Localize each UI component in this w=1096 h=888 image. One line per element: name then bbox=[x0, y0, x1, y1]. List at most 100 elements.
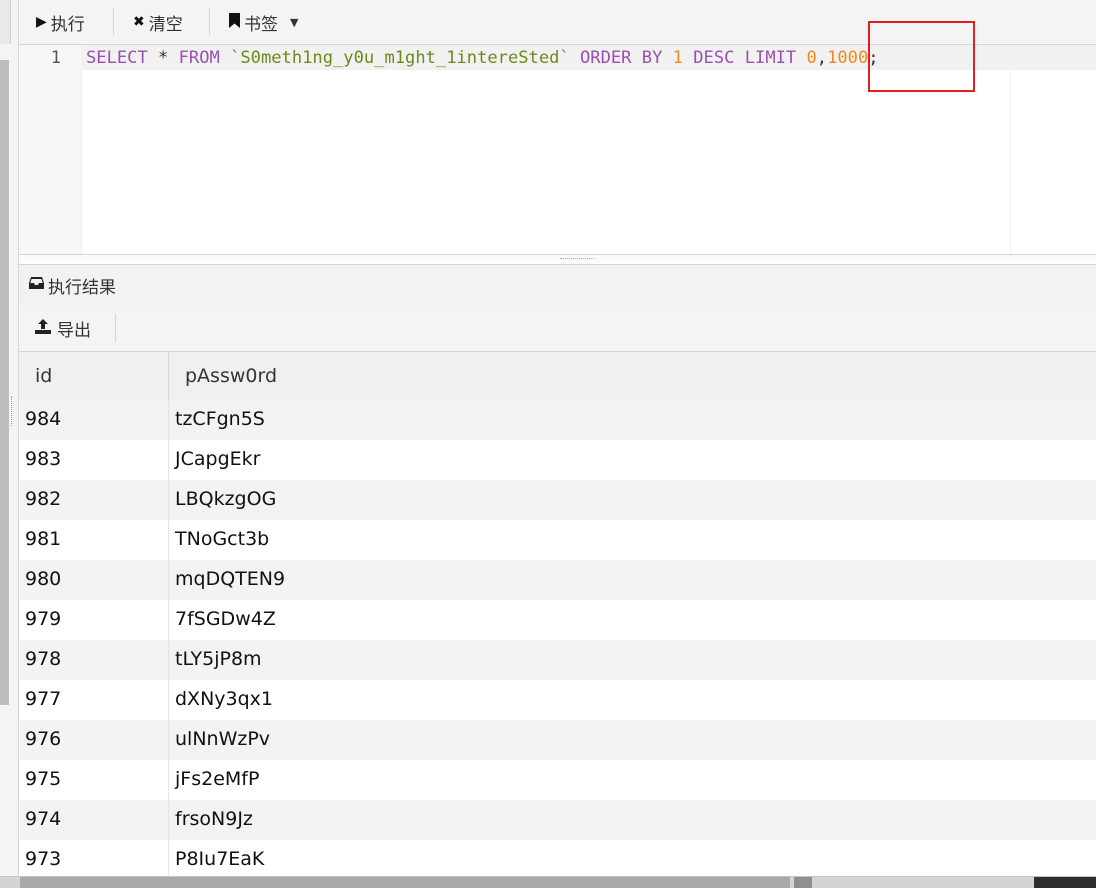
bookmark-label: 书签 bbox=[244, 14, 278, 35]
limit-highlight-annotation bbox=[868, 21, 975, 92]
column-divider bbox=[168, 560, 169, 600]
cell-password[interactable]: JCapgEkr bbox=[175, 448, 260, 470]
table-row[interactable]: 978 tLY5jP8m bbox=[19, 640, 1096, 680]
sql-number: 1 bbox=[672, 48, 683, 68]
cell-password[interactable]: ulNnWzPv bbox=[175, 728, 270, 750]
sql-operator: * bbox=[147, 48, 179, 68]
export-button-label: 导出 bbox=[57, 320, 91, 341]
close-icon: ✖ bbox=[133, 14, 145, 30]
cell-id[interactable]: 983 bbox=[25, 448, 61, 470]
play-icon: ▶ bbox=[36, 14, 47, 30]
sql-number: 1000 bbox=[827, 48, 869, 68]
resize-grip[interactable] bbox=[11, 396, 14, 426]
editor-margin-line bbox=[1010, 70, 1011, 254]
cell-password[interactable]: mqDQTEN9 bbox=[175, 568, 285, 590]
cell-password[interactable]: LBQkzgOG bbox=[175, 488, 276, 510]
grid-body: 984 tzCFgn5S 983 JCapgEkr 982 LBQkzgOG 981 TNoG… bbox=[19, 400, 1096, 877]
toolbar-divider bbox=[209, 8, 210, 36]
results-grid: id pAssw0rd 984 tzCFgn5S 983 JCapgEkr 982 LBQ… bbox=[19, 352, 1096, 877]
table-row[interactable]: 981 TNoGct3b bbox=[19, 520, 1096, 560]
run-button[interactable]: ▶ 执行 bbox=[36, 0, 85, 44]
cell-id[interactable]: 979 bbox=[25, 608, 61, 630]
sql-keyword: LIMIT bbox=[744, 48, 797, 68]
table-row[interactable]: 977 dXNy3qx1 bbox=[19, 680, 1096, 720]
table-row[interactable]: 974 frsoN9Jz bbox=[19, 800, 1096, 840]
column-divider bbox=[168, 720, 169, 760]
pane-splitter[interactable] bbox=[19, 255, 1096, 263]
cell-password[interactable]: tzCFgn5S bbox=[175, 408, 265, 430]
run-button-label: 执行 bbox=[50, 14, 85, 35]
column-divider bbox=[168, 640, 169, 680]
cell-password[interactable]: TNoGct3b bbox=[175, 528, 269, 550]
cell-id[interactable]: 973 bbox=[25, 848, 61, 870]
scrollbar-track-segment bbox=[20, 877, 790, 888]
table-row[interactable]: 980 mqDQTEN9 bbox=[19, 560, 1096, 600]
cell-id[interactable]: 980 bbox=[25, 568, 61, 590]
line-number: 1 bbox=[50, 48, 61, 68]
cell-id[interactable]: 984 bbox=[25, 408, 61, 430]
upload-icon bbox=[35, 318, 51, 338]
sql-number: 0 bbox=[806, 48, 817, 68]
cell-id[interactable]: 977 bbox=[25, 688, 61, 710]
sql-keyword: ORDER bbox=[580, 48, 632, 68]
column-divider bbox=[168, 800, 169, 840]
results-panel-header: 执行结果 bbox=[19, 264, 1096, 306]
cell-id[interactable]: 974 bbox=[25, 808, 61, 830]
table-row[interactable]: 973 P8Iu7EaK bbox=[19, 840, 1096, 877]
cell-id[interactable]: 981 bbox=[25, 528, 61, 550]
table-row[interactable]: 979 7fSGDw4Z bbox=[19, 600, 1096, 640]
cell-password[interactable]: 7fSGDw4Z bbox=[175, 608, 276, 630]
cell-id[interactable]: 976 bbox=[25, 728, 61, 750]
clear-button-label: 清空 bbox=[148, 14, 183, 35]
toolbar-divider bbox=[115, 314, 116, 342]
sql-query[interactable]: SELECT * FROM `S0meth1ng_y0u_m1ght_1inte… bbox=[86, 48, 879, 68]
sql-keyword: FROM bbox=[178, 48, 220, 68]
left-panel-strip bbox=[0, 0, 19, 887]
table-row[interactable]: 975 jFs2eMfP bbox=[19, 760, 1096, 800]
taskbar-corner bbox=[1034, 877, 1096, 888]
column-header-password[interactable]: pAssw0rd bbox=[185, 365, 277, 387]
clear-button[interactable]: ✖ 清空 bbox=[133, 0, 183, 44]
column-divider bbox=[168, 480, 169, 520]
column-divider bbox=[168, 400, 169, 440]
cell-password[interactable]: dXNy3qx1 bbox=[175, 688, 273, 710]
toolbar-divider bbox=[113, 8, 114, 36]
table-row[interactable]: 982 LBQkzgOG bbox=[19, 480, 1096, 520]
cell-password[interactable]: jFs2eMfP bbox=[175, 768, 259, 790]
table-row[interactable]: 983 JCapgEkr bbox=[19, 440, 1096, 480]
sql-keyword: BY bbox=[641, 48, 663, 68]
scrollbar-thumb[interactable] bbox=[794, 877, 812, 888]
grid-header: id pAssw0rd bbox=[19, 352, 1096, 401]
bookmark-dropdown[interactable]: 书签 ▼ bbox=[229, 0, 298, 44]
sql-punctuation: , bbox=[816, 48, 828, 68]
left-panel-scrollbar[interactable] bbox=[0, 60, 9, 705]
column-divider bbox=[168, 440, 169, 480]
results-toolbar: 导出 bbox=[19, 305, 1096, 352]
cell-id[interactable]: 975 bbox=[25, 768, 61, 790]
sql-keyword: SELECT bbox=[86, 48, 148, 68]
left-panel-header bbox=[0, 0, 11, 44]
table-row[interactable]: 984 tzCFgn5S bbox=[19, 400, 1096, 440]
cell-id[interactable]: 978 bbox=[25, 648, 61, 670]
sql-keyword: DESC bbox=[693, 48, 735, 68]
column-divider bbox=[168, 680, 169, 720]
cell-password[interactable]: P8Iu7EaK bbox=[175, 848, 264, 870]
column-divider bbox=[168, 600, 169, 640]
column-divider[interactable] bbox=[168, 352, 169, 400]
line-gutter: 1 bbox=[19, 45, 82, 254]
column-header-id[interactable]: id bbox=[35, 365, 52, 387]
inbox-icon bbox=[29, 277, 44, 293]
column-divider bbox=[168, 520, 169, 560]
bookmark-icon bbox=[229, 12, 240, 32]
cell-password[interactable]: tLY5jP8m bbox=[175, 648, 262, 670]
horizontal-scrollbar[interactable] bbox=[0, 876, 1096, 888]
cell-id[interactable]: 982 bbox=[25, 488, 61, 510]
results-title: 执行结果 bbox=[48, 277, 116, 298]
column-divider bbox=[168, 760, 169, 800]
cell-password[interactable]: frsoN9Jz bbox=[175, 808, 253, 830]
table-row[interactable]: 976 ulNnWzPv bbox=[19, 720, 1096, 760]
sql-table-name: `S0meth1ng_y0u_m1ght_1intereSted` bbox=[230, 48, 570, 68]
export-button[interactable]: 导出 bbox=[35, 305, 91, 351]
chevron-down-icon: ▼ bbox=[290, 15, 299, 29]
splitter-grip[interactable] bbox=[560, 258, 594, 259]
